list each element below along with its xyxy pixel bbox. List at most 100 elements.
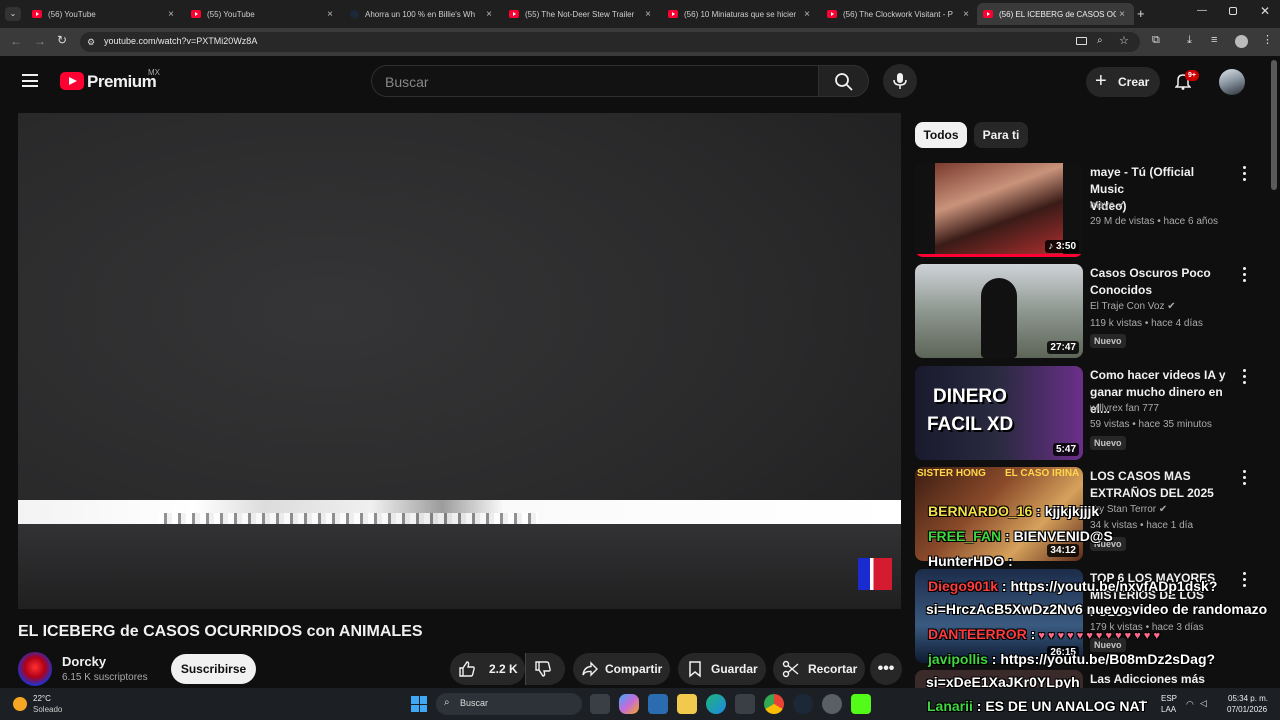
clip-label: Recortar <box>808 662 858 676</box>
taskbar-search[interactable]: ⌕ Buscar <box>436 693 582 715</box>
clock-date[interactable]: 07/01/2026 <box>1227 705 1267 714</box>
close-icon[interactable]: × <box>1116 9 1128 20</box>
youtube-icon <box>983 10 993 18</box>
chrome-icon[interactable] <box>764 694 784 714</box>
store-icon[interactable] <box>648 694 668 714</box>
page-scrollbar[interactable] <box>1271 60 1277 190</box>
downloads-icon[interactable]: ⤓ <box>1187 34 1192 47</box>
reload-icon[interactable]: ↻ <box>57 33 67 47</box>
search-button[interactable] <box>818 65 869 97</box>
extensions-icon[interactable]: ⧉ <box>1152 34 1160 47</box>
chat-user: BERNARDO_16 <box>928 503 1033 519</box>
search-icon: ⌕ <box>444 697 450 708</box>
weather-condition[interactable]: Soleado <box>33 705 62 714</box>
create-button[interactable]: + Crear <box>1086 67 1160 97</box>
edge-icon[interactable] <box>706 694 726 714</box>
tab-iceberg[interactable]: (56) EL ICEBERG de CASOS OC × <box>977 3 1134 25</box>
related-thumbnail[interactable]: ♪ 3:50 <box>915 163 1083 257</box>
weather-sun-icon[interactable] <box>13 697 27 711</box>
channel-name[interactable]: Dorcky <box>62 654 106 669</box>
related-channel[interactable]: El Traje Con Voz ✔ <box>1090 301 1176 312</box>
tab-title: (56) The Clockwork Visitant - P <box>843 9 953 19</box>
discord-icon[interactable] <box>822 694 842 714</box>
related-thumbnail[interactable]: DINERO FACIL XD 5:47 <box>915 366 1083 460</box>
tab-miniaturas[interactable]: (56) 10 Miniaturas que se hicier × <box>662 3 819 25</box>
task-view-icon[interactable] <box>590 694 610 714</box>
clock-time[interactable]: 05:34 p. m. <box>1228 694 1268 703</box>
copilot-icon[interactable] <box>619 694 639 714</box>
file-explorer-icon[interactable] <box>677 694 697 714</box>
share-button[interactable]: Compartir <box>573 653 670 685</box>
chip-para-ti[interactable]: Para ti <box>974 122 1028 148</box>
youtube-icon <box>32 10 42 18</box>
minimize-button[interactable]: — <box>1197 5 1207 16</box>
related-channel[interactable]: maye ✔ <box>1090 200 1126 211</box>
youtube-logo[interactable] <box>60 72 84 90</box>
save-button[interactable]: Guardar <box>678 653 766 685</box>
channel-avatar[interactable] <box>18 652 52 686</box>
zoom-icon[interactable]: ⌕ <box>1097 35 1103 46</box>
bookmark-star-icon[interactable]: ☆ <box>1119 34 1129 47</box>
windows-start-icon[interactable] <box>411 696 427 712</box>
steam-icon[interactable] <box>793 694 813 714</box>
url-text[interactable]: youtube.com/watch?v=PXTMi20Wz8A <box>104 36 257 46</box>
restore-button[interactable] <box>1229 7 1237 15</box>
site-info-icon[interactable]: ⚙ <box>87 37 95 48</box>
kick-icon[interactable] <box>851 694 871 714</box>
tab-youtube-1[interactable]: (56) YouTube × <box>26 3 183 25</box>
search-input[interactable]: Buscar <box>371 65 818 97</box>
subscribe-button[interactable]: Suscribirse <box>171 654 256 684</box>
voice-search-button[interactable] <box>883 64 917 98</box>
weather-temperature[interactable]: 22°C <box>33 694 51 703</box>
tab-search-button[interactable]: ⌄ <box>5 7 21 21</box>
chip-todos[interactable]: Todos <box>915 122 967 148</box>
more-vertical-icon[interactable] <box>1241 572 1247 588</box>
profile-icon[interactable] <box>1235 35 1248 48</box>
close-window-button[interactable]: ✕ <box>1260 4 1270 18</box>
more-vertical-icon[interactable] <box>1241 166 1247 182</box>
tab-youtube-2[interactable]: (55) YouTube × <box>185 3 342 25</box>
forward-icon[interactable]: → <box>34 34 46 48</box>
related-title[interactable]: Casos Oscuros Poco Conocidos <box>1090 265 1230 299</box>
like-button[interactable]: 2.2 K <box>450 653 525 685</box>
xbox-icon[interactable] <box>735 694 755 714</box>
related-channel[interactable]: willyrex fan 777 <box>1090 403 1159 414</box>
related-title[interactable]: LOS CASOS MAS EXTRAÑOS DEL 2025 <box>1090 468 1230 502</box>
more-vertical-icon[interactable] <box>1241 369 1247 385</box>
more-actions-button[interactable]: ••• <box>870 653 902 685</box>
related-thumbnail[interactable]: 27:47 <box>915 264 1083 358</box>
more-vertical-icon[interactable] <box>1241 470 1247 486</box>
browser-menu-icon[interactable]: ⋮ <box>1262 33 1273 46</box>
close-icon[interactable]: × <box>483 9 495 20</box>
reading-list-icon[interactable]: ≡ <box>1211 34 1217 46</box>
chat-message: HunterHDO : <box>928 553 1013 569</box>
tab-steam[interactable]: Ahorra un 100 % en Billie's Wh × <box>344 3 501 25</box>
close-icon[interactable]: × <box>960 9 972 20</box>
keyboard-language[interactable]: ESP <box>1161 694 1177 703</box>
tray-chevron-icon[interactable]: ⌃ <box>1139 699 1147 710</box>
keyboard-layout[interactable]: LAA <box>1161 705 1176 714</box>
close-icon[interactable]: × <box>801 9 813 20</box>
close-icon[interactable]: × <box>324 9 336 20</box>
back-icon[interactable]: ← <box>10 34 22 48</box>
new-tab-button[interactable]: + <box>1137 6 1145 21</box>
close-icon[interactable]: × <box>642 9 654 20</box>
verified-icon: ✔ <box>1158 504 1168 515</box>
account-avatar[interactable] <box>1219 69 1245 95</box>
tab-title: Ahorra un 100 % en Billie's Wh <box>365 9 476 19</box>
wifi-icon[interactable]: ◠ <box>1186 699 1194 710</box>
volume-icon[interactable]: ◁ <box>1200 698 1207 709</box>
close-icon[interactable]: × <box>165 9 177 20</box>
related-title[interactable]: Las Adicciones más <box>1090 671 1230 688</box>
dislike-button[interactable] <box>525 653 565 685</box>
install-app-icon[interactable] <box>1076 37 1087 45</box>
tab-not-deer[interactable]: (55) The Not-Deer Stew Trailer × <box>503 3 660 25</box>
channel-watermark[interactable] <box>858 558 892 590</box>
related-channel[interactable]: Try Stan Terror ✔ <box>1090 504 1167 515</box>
hamburger-menu-icon[interactable] <box>22 74 38 87</box>
video-player[interactable] <box>18 113 901 609</box>
more-vertical-icon[interactable] <box>1241 267 1247 283</box>
tab-clockwork[interactable]: (56) The Clockwork Visitant - P × <box>821 3 978 25</box>
clip-button[interactable]: Recortar <box>773 653 865 685</box>
duration-badge: 27:47 <box>1047 341 1079 354</box>
